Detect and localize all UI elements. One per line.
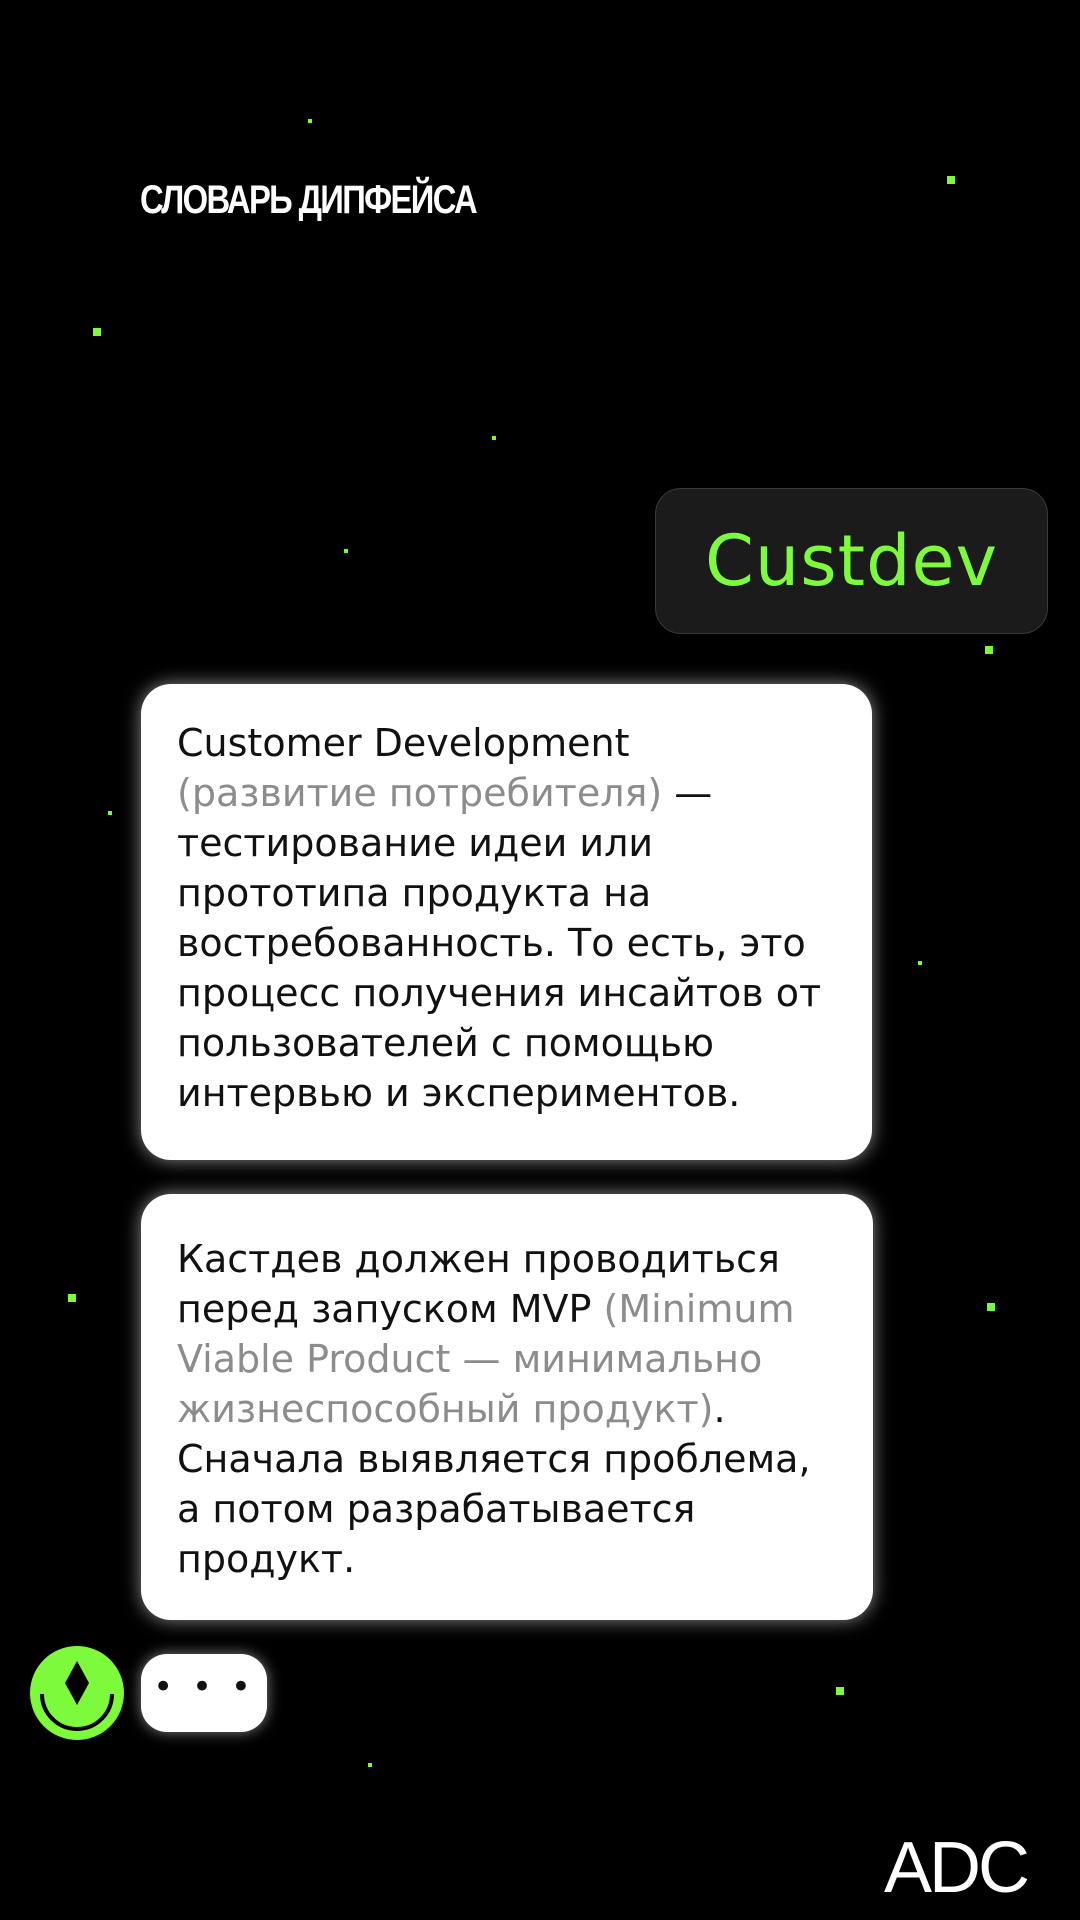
- term-label: Custdev: [704, 520, 999, 602]
- brand-logo: ADC: [884, 1828, 1030, 1908]
- star-dot: [987, 1303, 995, 1311]
- definition-message: Customer Development (развитие потребите…: [141, 684, 872, 1160]
- star-dot: [492, 436, 496, 440]
- star-dot: [368, 1763, 372, 1767]
- bot-avatar: [30, 1646, 124, 1740]
- smiley-diamond-icon: [40, 1661, 114, 1731]
- term-bubble: Custdev: [655, 488, 1048, 634]
- typing-dots: • • •: [153, 1667, 255, 1707]
- star-dot: [308, 119, 312, 123]
- star-dot: [985, 646, 993, 654]
- usage-message: Кастдев должен проводиться перед запуско…: [141, 1194, 873, 1620]
- typing-indicator: • • •: [141, 1654, 267, 1732]
- star-dot: [836, 1687, 844, 1695]
- star-dot: [68, 1294, 76, 1302]
- message-text: — тестирование идеи или прототипа продук…: [177, 771, 822, 1115]
- star-dot: [93, 328, 101, 336]
- message-intro: Customer Development: [177, 721, 630, 765]
- page-title: СЛОВАРЬ ДИПФЕЙСА: [140, 178, 478, 222]
- message-translation: (развитие потребителя): [177, 771, 663, 815]
- star-dot: [947, 176, 955, 184]
- star-dot: [344, 549, 348, 553]
- star-dot: [918, 961, 922, 965]
- star-dot: [108, 811, 112, 815]
